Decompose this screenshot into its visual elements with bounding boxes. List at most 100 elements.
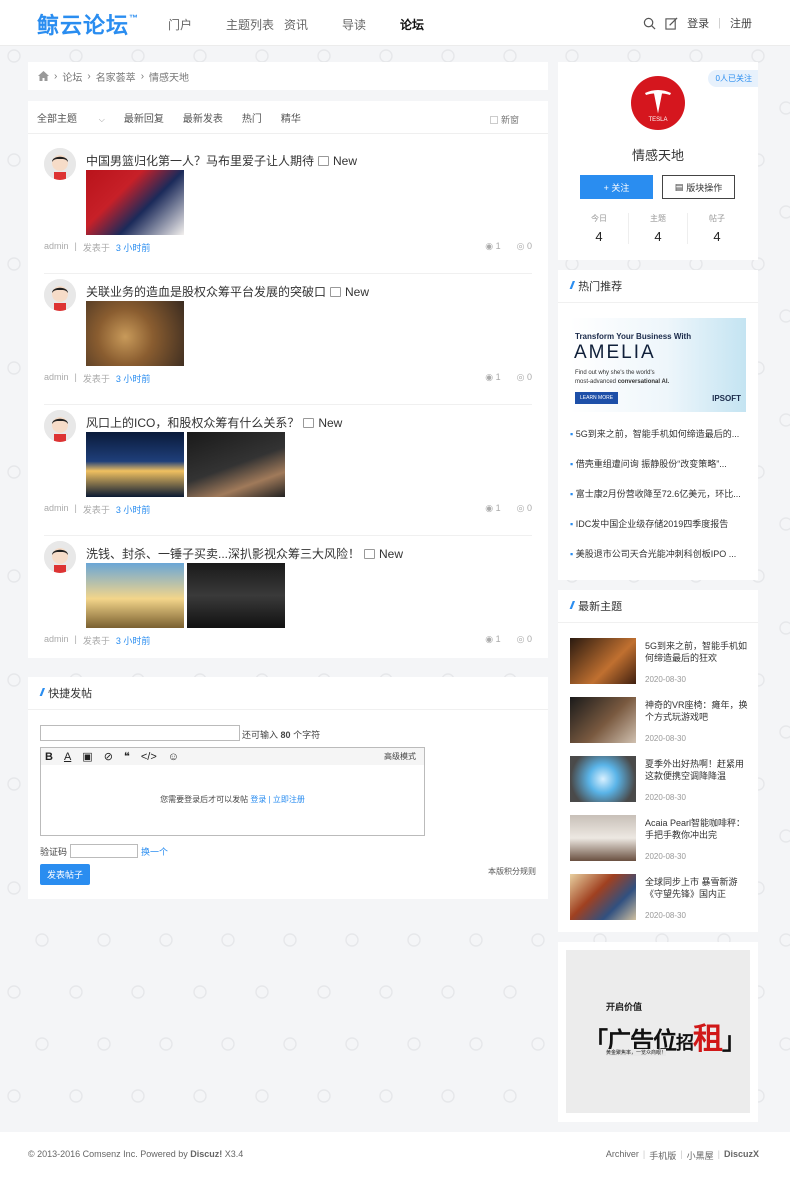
latest-item-date: 2020-08-30 (645, 852, 686, 861)
latest-item-date: 2020-08-30 (645, 911, 686, 920)
register-link[interactable]: 注册 (730, 15, 752, 31)
code-icon[interactable]: </> (141, 751, 157, 763)
thread-title[interactable]: 关联业务的造血是股权众筹平台发展的突破口 New (86, 283, 369, 300)
crumb-current[interactable]: 情感天地 (149, 69, 189, 84)
tab-digest[interactable]: 精华 (281, 110, 301, 125)
hot-item[interactable]: ▪ 5G到来之前，智能手机如何缔造最后的... (570, 427, 748, 457)
latest-item-title[interactable]: Acaia Pearl智能咖啡秤：手把手教你冲出完 (645, 817, 750, 841)
avatar[interactable] (44, 279, 76, 311)
crumb-sep: › (87, 70, 91, 82)
reply-count: ◎ 0 (517, 372, 532, 383)
hot-item[interactable]: ▪ IDC发中国企业级存储2019四季度报告 (570, 517, 748, 547)
archiver-link[interactable]: Archiver (606, 1149, 639, 1162)
ad-placeholder[interactable]: 开启价值 「广告位招租」 黄金聚焦率，一览众商眼！ (566, 950, 750, 1113)
avatar[interactable] (44, 410, 76, 442)
latest-thumbnail[interactable] (570, 874, 636, 920)
hot-item[interactable]: ▪ 富士康2月份营收降至72.6亿美元，环比... (570, 487, 748, 517)
latest-item-title[interactable]: 神奇的VR座椅：瘫年，换个方式玩游戏吧 (645, 699, 750, 723)
latest-topics-panel: // 最新主题 5G到来之前，智能手机如何缔造最后的狂欢 2020-08-30 神… (558, 590, 758, 932)
stat-today: 今日 4 (570, 213, 629, 244)
captcha-change-link[interactable]: 换一个 (141, 845, 168, 858)
submit-post-button[interactable]: 发表帖子 (40, 864, 90, 885)
follow-button[interactable]: + 关注 (580, 175, 653, 199)
home-icon[interactable] (38, 71, 49, 81)
forum-actions-button[interactable]: ▤ 版块操作 (662, 175, 735, 199)
hot-item[interactable]: ▪ 美股退市公司天合光能冲刺科创板IPO ... (570, 547, 748, 577)
thread-thumbnail[interactable] (86, 301, 184, 366)
latest-item-title[interactable]: 5G到来之前，智能手机如何缔造最后的狂欢 (645, 640, 750, 664)
author-link[interactable]: admin (44, 372, 69, 385)
login-link[interactable]: 登录 (687, 15, 709, 31)
latest-item-title[interactable]: 夏季外出好热啊！赶紧用这款便携空调降降温 (645, 758, 750, 782)
blacklist-link[interactable]: 小黑屋 (687, 1149, 714, 1162)
thread-title[interactable]: 洗钱、封杀、一锤子买卖...深扒影视众筹三大风险！ New (86, 545, 403, 562)
tab-latest-post[interactable]: 最新发表 (183, 110, 223, 125)
hot-item[interactable]: ▪ 借壳重组遭问询 振静股份“改变策略”... (570, 457, 748, 487)
bold-icon[interactable]: B (45, 751, 53, 763)
ad-banner[interactable]: Transform Your Business With AMELIA Find… (570, 318, 746, 412)
nav-topics[interactable]: 主题列表 (226, 16, 284, 33)
latest-thumbnail[interactable] (570, 756, 636, 802)
rules-link[interactable]: 本版积分规则 (488, 866, 536, 877)
tab-latest-reply[interactable]: 最新回复 (124, 110, 164, 125)
edit-icon[interactable] (665, 17, 678, 30)
nav-forum[interactable]: 论坛 (400, 16, 458, 33)
stat-value: 4 (595, 229, 603, 244)
thread-thumbnail[interactable] (187, 563, 285, 628)
site-logo[interactable]: 鲸云论坛™ (37, 8, 139, 40)
powered-by-link[interactable]: Discuz! (190, 1149, 222, 1159)
accent-slash-icon: // (40, 687, 44, 699)
image-icon[interactable]: ▣ (82, 750, 92, 763)
thread-thumbnail[interactable] (86, 432, 184, 497)
quote-icon[interactable]: ❝ (124, 750, 130, 763)
search-icon[interactable] (643, 17, 656, 30)
new-window-toggle[interactable]: 新窗 (489, 113, 538, 126)
nav-news[interactable]: 资讯 (284, 16, 342, 33)
new-badge: New (345, 284, 370, 299)
prompt-login-link[interactable]: 登录 (250, 795, 266, 804)
thread-title-text: 关联业务的造血是股权众筹平台发展的突破口 (86, 285, 327, 299)
subject-input[interactable] (40, 725, 240, 741)
stat-value: 4 (654, 229, 662, 244)
thread-meta: admin | 发表于 3 小时前 (44, 634, 150, 647)
emoji-icon[interactable]: ☺ (168, 751, 179, 763)
image-icon (318, 155, 330, 166)
author-link[interactable]: admin (44, 241, 69, 254)
footer: © 2013-2016 Comsenz Inc. Powered by Disc… (0, 1132, 790, 1177)
thread-title[interactable]: 风口上的ICO，和股权众筹有什么关系？ New (86, 414, 342, 431)
prompt-register-link[interactable]: 立即注册 (273, 795, 305, 804)
avatar[interactable] (44, 148, 76, 180)
tab-hot[interactable]: 热门 (242, 110, 262, 125)
advanced-mode-link[interactable]: 高级模式 (384, 751, 416, 762)
author-link[interactable]: admin (44, 503, 69, 516)
editor: B A ▣ ⊘ ❝ </> ☺ 高级模式 您需要登录后才可以发帖 登录 | 立即… (40, 747, 425, 836)
thread-title[interactable]: 中国男篮归化第一人？马布里爱子让人期待 New (86, 152, 357, 169)
latest-thumbnail[interactable] (570, 815, 636, 861)
latest-item-title[interactable]: 全球同步上市 暴雪新游《守望先锋》国内正 (645, 876, 750, 900)
crumb-category[interactable]: 名家荟萃 (96, 69, 136, 84)
latest-thumbnail[interactable] (570, 697, 636, 743)
crumb-forum[interactable]: 论坛 (62, 69, 82, 84)
captcha-input[interactable] (70, 844, 139, 858)
latest-thumbnail[interactable] (570, 638, 636, 684)
bullet-icon: ▪ (570, 459, 574, 469)
thread-thumbnail[interactable] (86, 563, 184, 628)
thread-thumbnail[interactable] (187, 432, 285, 497)
nav-portal[interactable]: 门户 (168, 16, 226, 33)
link-icon[interactable]: ⊘ (104, 750, 113, 763)
section-title: 最新主题 (578, 601, 623, 613)
author-link[interactable]: admin (44, 634, 69, 647)
thread-stats: ◉ 1 ◎ 0 (485, 372, 532, 383)
prompt-sep: | (268, 795, 271, 804)
nav-guide[interactable]: 导读 (342, 16, 400, 33)
image-icon (330, 286, 342, 297)
font-color-icon[interactable]: A (64, 751, 71, 763)
tab-all[interactable]: 全部主题 ⌵ (37, 110, 105, 125)
thread-thumbnail[interactable] (86, 170, 184, 235)
mobile-link[interactable]: 手机版 (649, 1149, 676, 1162)
thread-title-text: 洗钱、封杀、一锤子买卖...深扒影视众筹三大风险！ (86, 547, 361, 561)
captcha-row: 验证码 换一个 (40, 844, 168, 858)
discuzx-link[interactable]: DiscuzX (724, 1149, 759, 1162)
avatar[interactable] (44, 541, 76, 573)
ad-top-text: 开启价值 (606, 1002, 643, 1012)
